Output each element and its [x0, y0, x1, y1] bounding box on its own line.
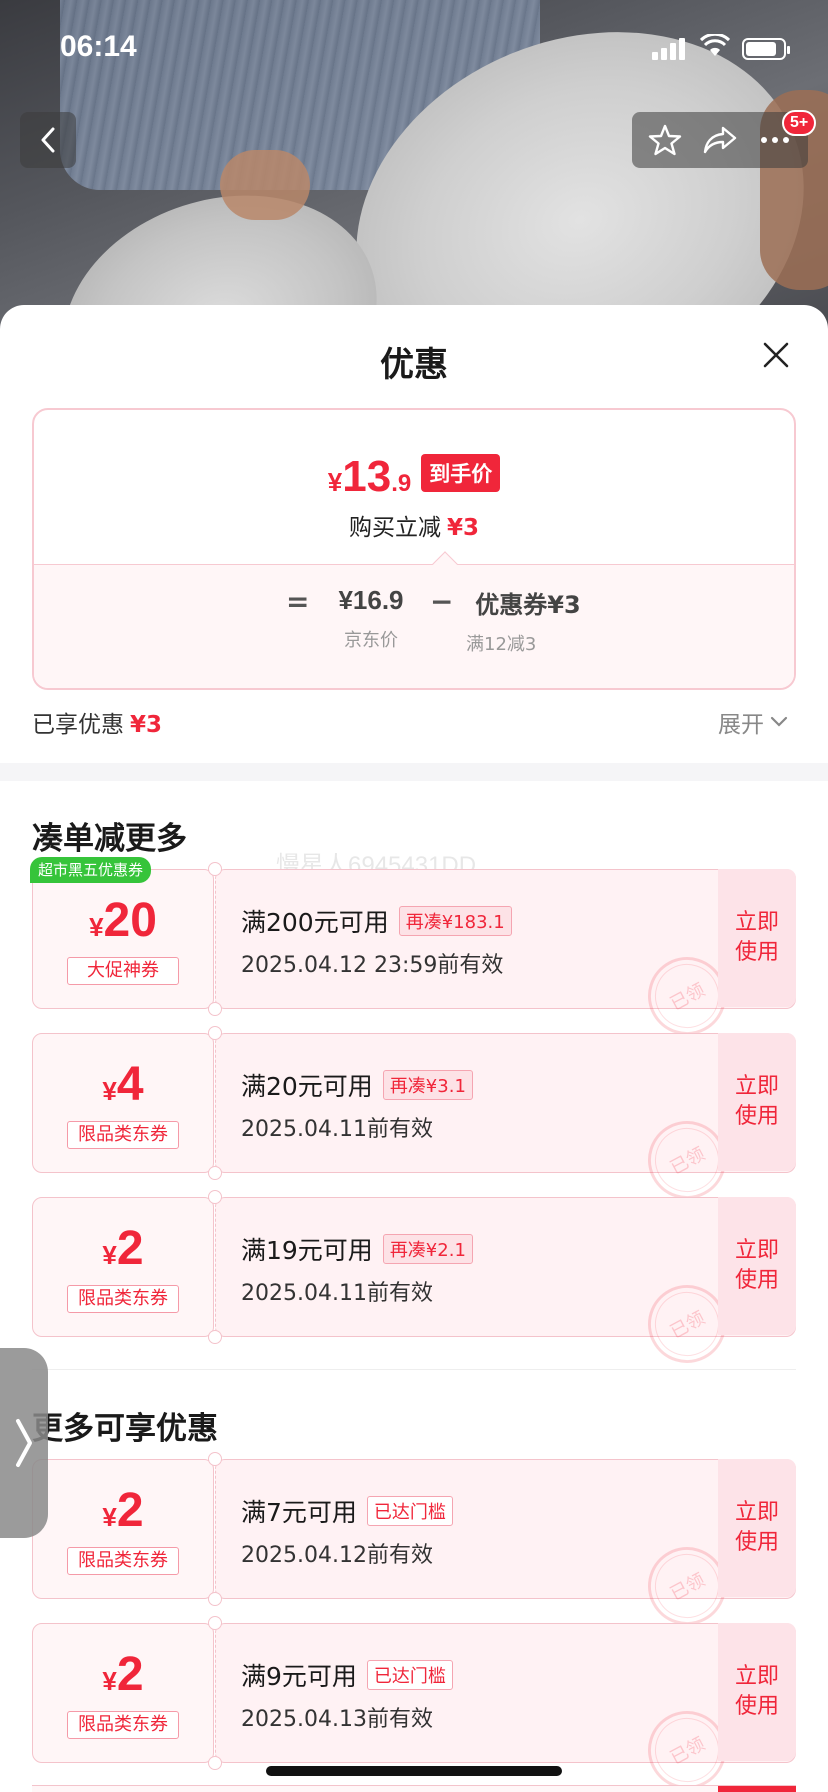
coupon-condition: 满20元可用 再凑¥3.1 — [241, 1067, 473, 1103]
enjoyed-discount: 已享优惠 ¥3 — [32, 712, 163, 738]
coupon-type: 限品类东券 — [67, 1285, 179, 1313]
message-badge: 5+ — [782, 110, 817, 136]
use-now-button[interactable]: 立即 使用 — [718, 869, 796, 1007]
chevron-down-icon — [770, 716, 788, 727]
use-now-button[interactable]: 立即 使用 — [718, 1033, 796, 1171]
jd-price-label: 京东价 — [344, 630, 398, 651]
section-title-more-discount: 凑单减更多 — [32, 821, 187, 857]
coupon-amount: ¥20 — [89, 894, 157, 947]
coupon-type: 限品类东券 — [67, 1547, 179, 1575]
share-icon — [703, 126, 737, 154]
coupon-condition: 满19元可用 再凑¥2.1 — [241, 1231, 473, 1267]
coupon-amount: ¥2 — [102, 1484, 144, 1537]
coupon-condition: 满9元可用 已达门槛 — [241, 1657, 453, 1693]
coupon-type: 限品类东券 — [67, 1711, 179, 1739]
coupon-condition: 满7元可用 已达门槛 — [241, 1493, 453, 1529]
final-price-tag: 到手价 — [421, 454, 501, 492]
coupon-value: 优惠券¥3 — [475, 591, 581, 619]
favorite-button[interactable] — [643, 118, 687, 162]
chevron-right-icon — [16, 1419, 32, 1467]
coupon-validity: 2025.04.12前有效 — [241, 1543, 433, 1568]
use-now-button[interactable]: 立即 使用 — [718, 1197, 796, 1335]
jd-price: ¥16.9 — [338, 585, 404, 615]
discount-sheet: 优惠 ¥13.9到手价 购买立减¥3 = ¥16.9 京东价 − 优惠券¥3 — [0, 305, 828, 1792]
coupon-amount: ¥2 — [102, 1648, 144, 1701]
coupon-card[interactable]: ¥2 限品类东券 满19元可用 再凑¥2.1 2025.04.11前有效 已领 立… — [32, 1190, 796, 1377]
final-price: ¥13.9 到手价 — [34, 452, 794, 502]
section-divider — [0, 763, 828, 781]
coupon-card[interactable]: 超市黑五优惠券 ¥20 大促神券 满200元可用 再凑¥183.1 2025.04… — [30, 857, 796, 1049]
close-button[interactable] — [756, 335, 796, 375]
star-icon — [649, 124, 682, 156]
status-time: 06:14 — [60, 30, 137, 63]
status-bar: 06:14 — [0, 0, 828, 100]
use-now-button[interactable]: 立即 使用 — [718, 1459, 796, 1597]
wifi-icon — [699, 32, 731, 62]
use-now-button[interactable]: 立即 使用 — [718, 1623, 796, 1761]
coupon-condition: 满200元可用 再凑¥183.1 — [241, 903, 512, 939]
coupon-type: 限品类东券 — [67, 1121, 179, 1149]
coupon-validity: 2025.04.11前有效 — [241, 1117, 433, 1142]
close-icon — [763, 342, 789, 368]
coupon-validity: 2025.04.11前有效 — [241, 1281, 433, 1306]
coupon-validity: 2025.04.13前有效 — [241, 1707, 433, 1732]
coupon-amount: ¥4 — [102, 1058, 144, 1111]
price-breakdown-card: ¥13.9 到手价 购买立减 ¥3 = ¥16.9 京东价 − 优惠券¥3 满12减… — [32, 408, 796, 690]
coupon-validity: 2025.04.12 23:59前有效 — [241, 953, 504, 978]
coupon-type: 大促神券 — [67, 957, 179, 985]
back-button[interactable] — [20, 112, 76, 168]
section-title-more-offers: 更多可享优惠 — [32, 1411, 218, 1447]
expand-button[interactable]: 展开 — [718, 705, 788, 739]
battery-icon — [742, 38, 790, 60]
side-drawer-handle[interactable] — [0, 1348, 48, 1538]
signal-icon — [652, 38, 688, 60]
promo-label: 超市黑五优惠券 — [30, 857, 152, 883]
coupon-card[interactable]: ¥2 限品类东券 满9元可用 已达门槛 2025.04.13前有效 已领 立即 使用 — [32, 1616, 796, 1792]
back-icon — [41, 127, 55, 153]
sheet-title: 优惠 — [380, 345, 448, 385]
coupon-amount: ¥2 — [102, 1222, 144, 1275]
coupon-card-peek — [32, 1785, 796, 1792]
instant-discount: 购买立减 ¥3 — [348, 515, 479, 541]
price-formula: = ¥16.9 京东价 − 优惠券¥3 满12减3 — [34, 585, 794, 665]
share-button[interactable] — [698, 118, 742, 162]
coupon-condition: 满12减3 — [466, 634, 537, 655]
coupon-card[interactable]: ¥2 限品类东券 满7元可用 已达门槛 2025.04.12前有效 已领 立即 使用 — [32, 1452, 796, 1639]
more-icon — [760, 137, 789, 143]
section-separator — [32, 1369, 796, 1370]
home-indicator — [266, 1766, 562, 1776]
coupon-card[interactable]: ¥4 限品类东券 满20元可用 再凑¥3.1 2025.04.11前有效 已领 立… — [32, 1026, 796, 1213]
